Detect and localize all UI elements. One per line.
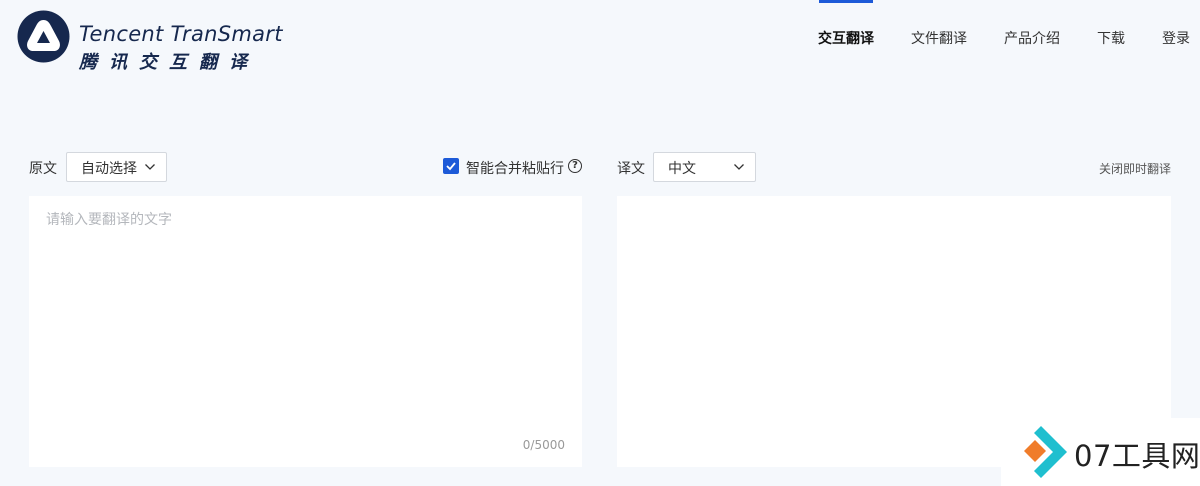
help-icon[interactable]: ? [568,159,582,173]
target-language-select[interactable]: 中文 [653,152,756,182]
source-label: 原文 [29,161,57,177]
nav-item-login[interactable]: 登录 [1162,28,1190,48]
brand-logo[interactable]: Tencent TranSmart 腾讯交互翻译 [17,10,282,73]
watermark-logo-icon [1024,426,1067,478]
target-language-value: 中文 [668,161,696,177]
watermark-text: 07工具网 [1074,439,1200,473]
brand-name-en: Tencent TranSmart [79,22,283,46]
target-label: 译文 [617,161,645,177]
source-text-input[interactable] [46,209,556,429]
nav-item-product-intro[interactable]: 产品介绍 [1004,28,1060,48]
brand-name-cn: 腾讯交互翻译 [79,52,259,73]
tencent-logo-icon [17,10,70,63]
nav-item-interactive-translate[interactable]: 交互翻译 [818,28,874,48]
char-count: 0/5000 [522,438,565,452]
merge-paste-label[interactable]: 智能合并粘贴行 [466,158,564,178]
nav-item-download[interactable]: 下载 [1097,28,1125,48]
chevron-down-icon [734,164,744,170]
source-language-value: 自动选择 [81,161,137,177]
close-instant-translate-link[interactable]: 关闭即时翻译 [1099,160,1171,177]
source-panel: 0/5000 [29,196,582,467]
checkmark-icon [446,162,456,171]
nav-active-indicator [819,0,873,3]
watermark: 07工具网 [1001,418,1200,486]
chevron-down-icon [145,164,155,170]
nav-item-file-translate[interactable]: 文件翻译 [911,28,967,48]
source-language-select[interactable]: 自动选择 [66,152,167,182]
merge-paste-checkbox[interactable] [443,158,459,174]
